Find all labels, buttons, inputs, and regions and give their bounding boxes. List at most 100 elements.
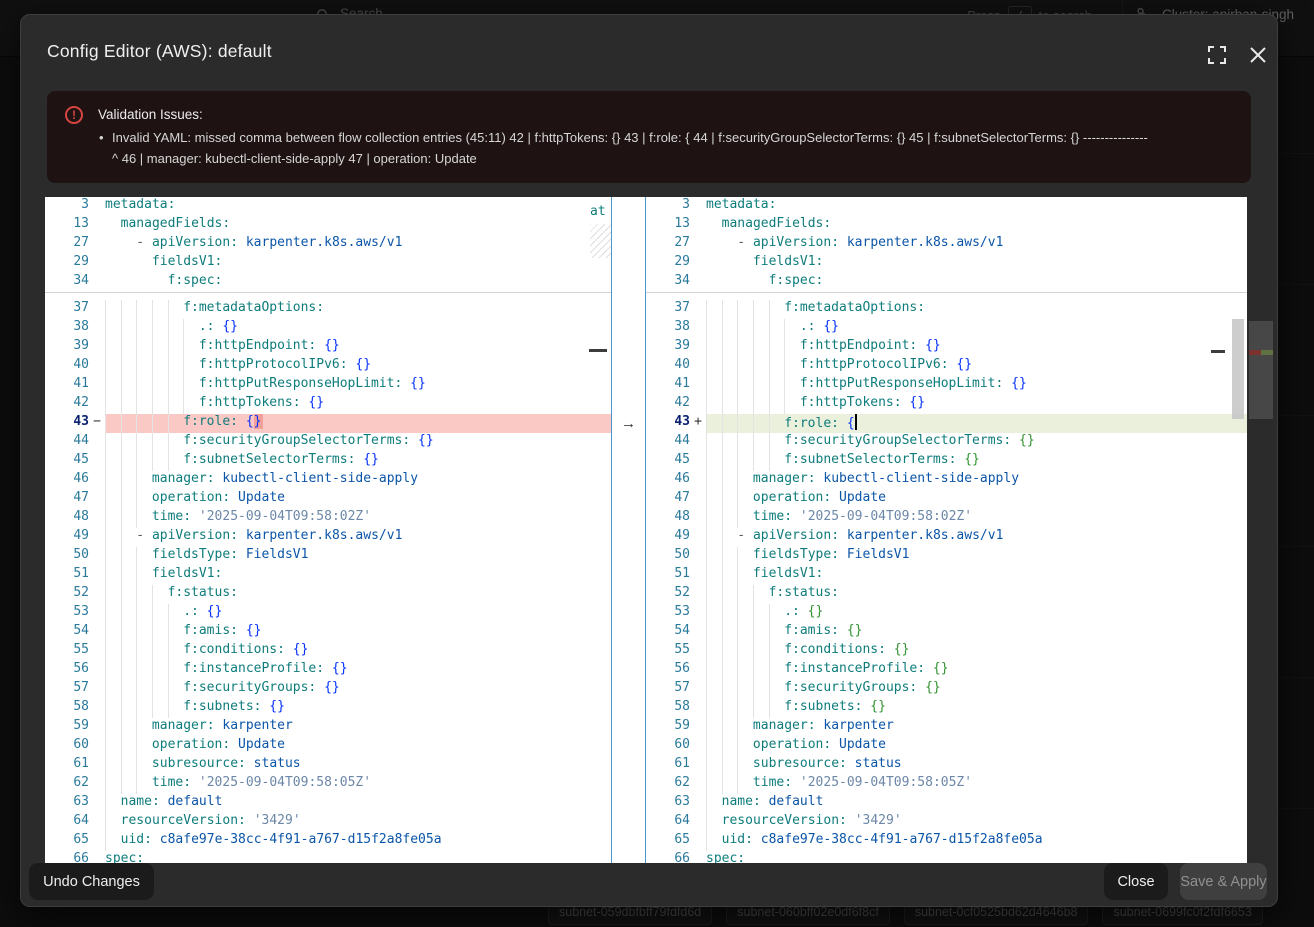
code-line[interactable]: 51fieldsV1:	[646, 566, 1247, 585]
code-line[interactable]: 54f:amis: {}	[646, 623, 1247, 642]
diff-sign	[89, 851, 105, 863]
code-line[interactable]: 49- apiVersion: karpenter.k8s.aws/v1	[646, 528, 1247, 547]
code-line[interactable]: 56f:instanceProfile: {}	[646, 661, 1247, 680]
modal-scrollbar[interactable]	[1249, 321, 1273, 419]
code-line[interactable]: 58f:subnets: {}	[646, 699, 1247, 718]
code-line[interactable]: 41f:httpPutResponseHopLimit: {}	[45, 376, 611, 395]
fullscreen-icon[interactable]	[1207, 45, 1227, 65]
code-line[interactable]: 50fieldsType: FieldsV1	[646, 547, 1247, 566]
code-line[interactable]: 59manager: karpenter	[646, 718, 1247, 737]
code-line[interactable]: 39f:httpEndpoint: {}	[45, 338, 611, 357]
close-button[interactable]: Close	[1104, 863, 1168, 900]
code-line[interactable]: 45f:subnetSelectorTerms: {}	[646, 452, 1247, 471]
diff-sign	[690, 547, 706, 566]
code-line[interactable]: 48time: '2025-09-04T09:58:02Z'	[45, 509, 611, 528]
code-line[interactable]: 63name: default	[45, 794, 611, 813]
code-line[interactable]: 48time: '2025-09-04T09:58:02Z'	[646, 509, 1247, 528]
code-line[interactable]: 27- apiVersion: karpenter.k8s.aws/v1	[646, 235, 1247, 254]
validation-message-line1: Invalid YAML: missed comma between flow …	[112, 130, 1148, 145]
diff-overview-deletion-mark	[1249, 350, 1261, 355]
line-number: 3	[646, 197, 690, 216]
code-line[interactable]: 40f:httpProtocolIPv6: {}	[45, 357, 611, 376]
code-line[interactable]: 64resourceVersion: '3429'	[45, 813, 611, 832]
code-line[interactable]: 64resourceVersion: '3429'	[646, 813, 1247, 832]
code-line[interactable]: 61subresource: status	[646, 756, 1247, 775]
code-line[interactable]: 55f:conditions: {}	[646, 642, 1247, 661]
code-line[interactable]: 42f:httpTokens: {}	[646, 395, 1247, 414]
code-line[interactable]: 40f:httpProtocolIPv6: {}	[646, 357, 1247, 376]
code-line[interactable]: 63name: default	[646, 794, 1247, 813]
code-line[interactable]: 13managedFields:	[646, 216, 1247, 235]
code-line[interactable]: 66spec:	[45, 851, 611, 863]
code-line[interactable]: 34f:spec:	[646, 273, 1247, 292]
code-line[interactable]: 58f:subnets: {}	[45, 699, 611, 718]
code-line[interactable]: 50fieldsType: FieldsV1	[45, 547, 611, 566]
code-line[interactable]: 59manager: karpenter	[45, 718, 611, 737]
diff-sign	[690, 319, 706, 338]
line-number: 49	[646, 528, 690, 547]
code-line[interactable]: 47operation: Update	[646, 490, 1247, 509]
diff-original-pane[interactable]: 3metadata:13managedFields:27- apiVersion…	[45, 197, 611, 863]
code-line[interactable]: 46manager: kubectl-client-side-apply	[45, 471, 611, 490]
code-line[interactable]: 57f:securityGroups: {}	[646, 680, 1247, 699]
code-line[interactable]: 29fieldsV1:	[45, 254, 611, 273]
code-line[interactable]: 3metadata:	[45, 197, 611, 216]
code-line[interactable]: 47operation: Update	[45, 490, 611, 509]
code-line[interactable]: 52f:status:	[646, 585, 1247, 604]
code-line[interactable]: 13managedFields:	[45, 216, 611, 235]
line-number: 13	[45, 216, 89, 235]
code-line[interactable]: 42f:httpTokens: {}	[45, 395, 611, 414]
code-line[interactable]: 62time: '2025-09-04T09:58:05Z'	[646, 775, 1247, 794]
diff-splitter[interactable]	[611, 197, 646, 863]
code-line[interactable]: 52f:status:	[45, 585, 611, 604]
code-line[interactable]: 37f:metadataOptions:	[45, 300, 611, 319]
code-line[interactable]: 44f:securityGroupSelectorTerms: {}	[646, 433, 1247, 452]
line-number: 64	[646, 813, 690, 832]
code-line[interactable]: 66spec:	[646, 851, 1247, 863]
code-line[interactable]: 56f:instanceProfile: {}	[45, 661, 611, 680]
undo-changes-button[interactable]: Undo Changes	[29, 863, 154, 900]
code-line[interactable]: 46manager: kubectl-client-side-apply	[646, 471, 1247, 490]
code-line[interactable]: 37f:metadataOptions:	[646, 300, 1247, 319]
diff-revert-arrow-icon[interactable]: →	[613, 414, 644, 433]
code-line[interactable]: 57f:securityGroups: {}	[45, 680, 611, 699]
code-line[interactable]: 43+f:role: {	[646, 414, 1247, 433]
code-line[interactable]: 65uid: c8afe97e-38cc-4f91-a767-d15f2a8fe…	[646, 832, 1247, 851]
code-line[interactable]: 65uid: c8afe97e-38cc-4f91-a767-d15f2a8fe…	[45, 832, 611, 851]
code-line[interactable]: 62time: '2025-09-04T09:58:05Z'	[45, 775, 611, 794]
code-line[interactable]: 38.: {}	[45, 319, 611, 338]
code-line[interactable]: 45f:subnetSelectorTerms: {}	[45, 452, 611, 471]
yaml-diff-editor[interactable]: 3metadata:13managedFields:27- apiVersion…	[45, 197, 1247, 863]
code-line[interactable]: 39f:httpEndpoint: {}	[646, 338, 1247, 357]
line-number: 3	[45, 197, 89, 216]
code-line[interactable]: 60operation: Update	[646, 737, 1247, 756]
save-apply-button[interactable]: Save & Apply	[1180, 863, 1267, 900]
code-line[interactable]: 34f:spec:	[45, 273, 611, 292]
line-number: 60	[646, 737, 690, 756]
code-line[interactable]: 38.: {}	[646, 319, 1247, 338]
code-line[interactable]: 41f:httpPutResponseHopLimit: {}	[646, 376, 1247, 395]
code-line[interactable]: 53.: {}	[646, 604, 1247, 623]
code-line[interactable]: 43−f:role: {}	[45, 414, 611, 433]
close-icon[interactable]	[1248, 45, 1268, 65]
line-number: 61	[646, 756, 690, 775]
code-line[interactable]: 27- apiVersion: karpenter.k8s.aws/v1	[45, 235, 611, 254]
code-line[interactable]: 54f:amis: {}	[45, 623, 611, 642]
line-number: 52	[646, 585, 690, 604]
line-number: 38	[45, 319, 89, 338]
diff-sign	[690, 680, 706, 699]
editor-scrollbar[interactable]	[1232, 319, 1244, 419]
diff-sign	[690, 197, 706, 216]
code-line[interactable]: 44f:securityGroupSelectorTerms: {}	[45, 433, 611, 452]
diff-modified-pane[interactable]: 3metadata:13managedFields:27- apiVersion…	[646, 197, 1247, 863]
code-line[interactable]: 55f:conditions: {}	[45, 642, 611, 661]
code-line[interactable]: 61subresource: status	[45, 756, 611, 775]
code-line[interactable]: 49- apiVersion: karpenter.k8s.aws/v1	[45, 528, 611, 547]
diff-sign	[89, 623, 105, 642]
diff-sign	[89, 471, 105, 490]
code-line[interactable]: 53.: {}	[45, 604, 611, 623]
code-line[interactable]: 51fieldsV1:	[45, 566, 611, 585]
code-line[interactable]: 60operation: Update	[45, 737, 611, 756]
code-line[interactable]: 29fieldsV1:	[646, 254, 1247, 273]
code-line[interactable]: 3metadata:	[646, 197, 1247, 216]
